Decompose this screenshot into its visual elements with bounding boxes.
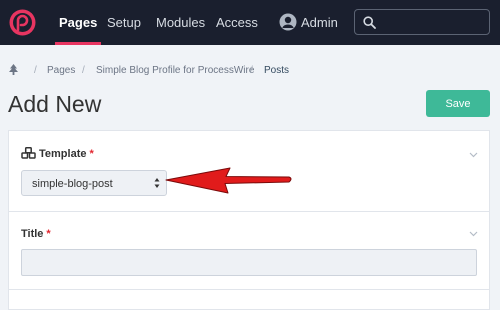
save-button[interactable]: Save [426, 90, 490, 117]
chevron-down-icon[interactable] [469, 152, 478, 158]
breadcrumb-posts[interactable]: Posts [264, 65, 289, 76]
nav-active-indicator [55, 42, 101, 45]
breadcrumb-site-profile[interactable]: Simple Blog Profile for ProcessWire [96, 65, 254, 76]
search-icon [363, 16, 376, 29]
page-title: Add New [8, 91, 102, 117]
breadcrumb-pages[interactable]: Pages [47, 65, 75, 76]
title-field-label: Title * [21, 228, 51, 240]
field-divider [9, 289, 489, 290]
nav-setup[interactable]: Setup [107, 15, 141, 30]
required-marker: * [46, 228, 51, 240]
search-input[interactable] [354, 9, 490, 35]
chevron-down-icon[interactable] [469, 231, 478, 237]
breadcrumb-separator: / [250, 65, 253, 76]
breadcrumb-separator: / [34, 65, 37, 76]
required-marker: * [89, 148, 94, 160]
nav-pages[interactable]: Pages [59, 15, 97, 30]
processwire-logo-icon[interactable] [8, 8, 37, 37]
nav-modules[interactable]: Modules [156, 15, 205, 30]
template-select[interactable]: simple-blog-post [21, 170, 167, 196]
template-field-label: Template * [39, 148, 94, 160]
tree-icon[interactable] [8, 64, 19, 76]
form-panel: Template * simple-blog-post Title * [8, 130, 490, 310]
field-divider [9, 211, 489, 212]
user-avatar-icon [279, 13, 297, 31]
nav-access[interactable]: Access [216, 15, 258, 30]
template-select-value: simple-blog-post [32, 178, 113, 190]
user-name: Admin [301, 15, 338, 30]
title-input[interactable] [21, 249, 477, 276]
top-navbar: Pages Setup Modules Access Admin [0, 0, 500, 45]
cubes-icon [21, 147, 36, 159]
annotation-arrow-icon [165, 167, 292, 194]
breadcrumb-separator: / [82, 65, 85, 76]
select-arrows-icon [154, 178, 160, 188]
